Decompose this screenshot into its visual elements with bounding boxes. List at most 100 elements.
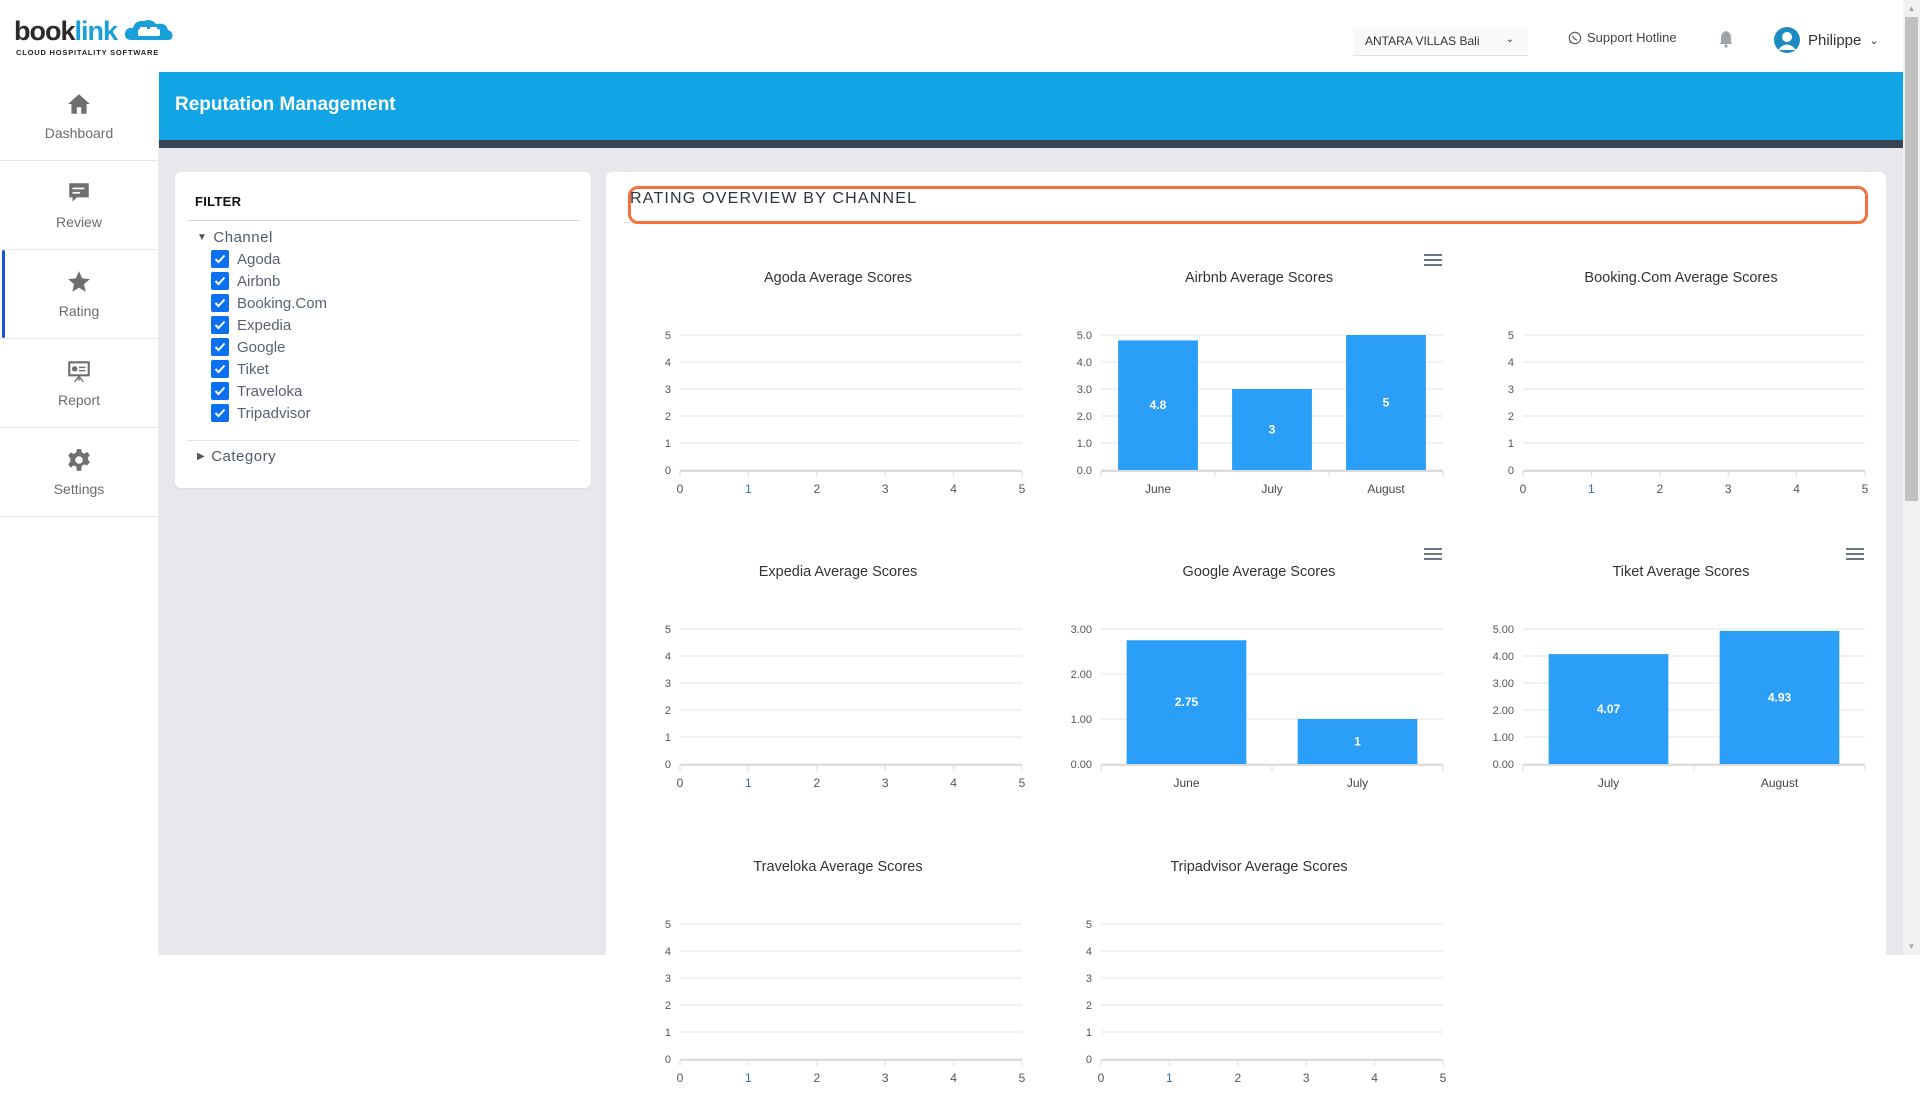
checkbox-checked-icon[interactable]	[211, 382, 229, 400]
page-scrollbar[interactable]: ▲ ▼	[1903, 0, 1920, 955]
y-tick-label: 5	[665, 919, 671, 931]
gear-icon	[68, 449, 90, 471]
sidebar-item-report[interactable]: Report	[0, 339, 158, 428]
traveloka-average-scores-chart: Traveloka Average Scores 0 1 2 3 4 5 0 1 2 3 4 5	[628, 833, 1048, 1093]
user-name: Philippe	[1808, 31, 1862, 49]
checkbox-checked-icon[interactable]	[211, 316, 229, 334]
y-tick-label: 0	[665, 759, 671, 771]
channel-checkbox-expedia[interactable]: Expedia	[211, 314, 327, 336]
booklink-logo[interactable]: booklink CLOUD HOSPITALITY SOFTWARE	[14, 16, 173, 58]
sidebar-item-settings[interactable]: Settings	[0, 428, 158, 517]
user-menu[interactable]: Philippe ⌄	[1774, 27, 1879, 53]
sidebar-item-rating[interactable]: Rating	[0, 250, 158, 339]
y-tick-label: 4	[665, 357, 671, 369]
channel-checkbox-traveloka[interactable]: Traveloka	[211, 380, 327, 402]
logo-wordmark: booklink	[14, 16, 118, 46]
checkbox-checked-icon[interactable]	[211, 294, 229, 312]
y-tick-label: 2.0	[1077, 411, 1092, 423]
channel-label: Agoda	[237, 250, 281, 268]
y-tick-label: 2.00	[1493, 705, 1514, 717]
channel-label: Airbnb	[237, 272, 281, 290]
y-tick-label: 3.00	[1493, 678, 1514, 690]
chart-title: Tiket Average Scores	[1612, 564, 1749, 580]
support-hotline-link[interactable]: Support Hotline	[1568, 30, 1677, 45]
bar-data-label: 4.07	[1597, 702, 1621, 716]
x-tick-label: 1	[745, 482, 752, 496]
booking-com-average-scores-svg: Booking.Com Average Scores 0 1 2 3 4 5 0 1 2 3 4 5	[1508, 270, 1869, 496]
y-tick-label: 1	[665, 1027, 671, 1039]
x-tick-label: 2	[813, 776, 820, 790]
airbnb-average-scores-chart: Airbnb Average Scores 0.0 1.0 2.0 3.0 4.0 5.0 4…	[1049, 244, 1469, 504]
header-divider	[159, 140, 1903, 148]
y-tick-label: 2	[665, 1000, 671, 1012]
presentation-icon	[68, 361, 90, 383]
channel-checkbox-airbnb[interactable]: Airbnb	[211, 270, 327, 292]
y-tick-label: 0	[1086, 1054, 1092, 1066]
scrollbar-thumb[interactable]	[1905, 17, 1918, 501]
y-tick-label: 4	[665, 651, 671, 663]
checkbox-checked-icon[interactable]	[211, 250, 229, 268]
y-tick-label: 0.00	[1493, 759, 1514, 771]
tiket-average-scores-svg: Tiket Average Scores 0.00 1.00 2.00 3.00 4.00…	[1493, 564, 1866, 790]
bell-icon[interactable]	[1718, 30, 1734, 48]
x-tick-label: 3	[882, 776, 889, 790]
y-tick-label: 5	[665, 330, 671, 342]
agoda-average-scores-chart: Agoda Average Scores 0 1 2 3 4 5 0 1 2 3 4 5	[628, 244, 1048, 504]
y-tick-label: 1.00	[1493, 732, 1514, 744]
x-tick-label: August	[1367, 482, 1405, 496]
channel-checkbox-agoda[interactable]: Agoda	[211, 248, 327, 270]
checkbox-checked-icon[interactable]	[211, 272, 229, 290]
channel-tree-toggle[interactable]: ▼ Channel	[197, 229, 273, 246]
y-tick-label: 2	[1086, 1000, 1092, 1012]
x-tick-label: 2	[1656, 482, 1663, 496]
sidebar-item-dashboard[interactable]: Dashboard	[0, 72, 158, 161]
checkbox-checked-icon[interactable]	[211, 338, 229, 356]
channel-label: Tiket	[237, 360, 269, 378]
chart-title: Expedia Average Scores	[759, 564, 918, 580]
channel-checkbox-tiket[interactable]: Tiket	[211, 358, 327, 380]
sidebar-item-review[interactable]: Review	[0, 161, 158, 250]
y-tick-label: 0.00	[1071, 759, 1092, 771]
y-tick-label: 0	[1508, 465, 1514, 477]
y-tick-label: 3	[665, 678, 671, 690]
x-tick-label: July	[1261, 482, 1282, 496]
y-tick-label: 1.0	[1077, 438, 1092, 450]
x-tick-label: 0	[677, 776, 684, 790]
x-tick-label: 3	[1303, 1071, 1310, 1085]
hotel-select[interactable]: ANTARA VILLAS Bali ⌄	[1353, 27, 1528, 56]
google-average-scores-svg: Google Average Scores 0.00 1.00 2.00 3.00 2.7…	[1071, 564, 1444, 790]
bar-data-label: 2.75	[1175, 695, 1199, 709]
chart-title: Booking.Com Average Scores	[1584, 270, 1777, 286]
x-tick-label: 1	[745, 1071, 752, 1085]
y-tick-label: 3	[665, 973, 671, 985]
tiket-average-scores-chart: Tiket Average Scores 0.00 1.00 2.00 3.00 4.00…	[1471, 538, 1891, 798]
channel-checkbox-tripadvisor[interactable]: Tripadvisor	[211, 402, 327, 424]
support-hotline-label: Support Hotline	[1587, 30, 1677, 45]
y-tick-label: 1	[665, 438, 671, 450]
y-tick-label: 4	[665, 946, 671, 958]
y-tick-label: 0	[665, 465, 671, 477]
chevron-down-icon: ⌄	[1869, 34, 1879, 47]
cloud-bed-icon	[124, 20, 173, 40]
sidebar-item-label: Settings	[53, 481, 105, 497]
scroll-up-icon[interactable]: ▲	[1903, 0, 1920, 17]
y-tick-label: 4.00	[1493, 651, 1514, 663]
checkbox-checked-icon[interactable]	[211, 360, 229, 378]
chevron-down-icon: ⌄	[1505, 34, 1514, 45]
x-tick-label: 1	[1166, 1071, 1173, 1085]
x-tick-label: July	[1347, 776, 1368, 790]
channel-checkbox-google[interactable]: Google	[211, 336, 327, 358]
y-tick-label: 4	[1508, 357, 1514, 369]
divider	[187, 220, 579, 221]
checkbox-checked-icon[interactable]	[211, 404, 229, 422]
channel-checkbox-booking-com[interactable]: Booking.Com	[211, 292, 327, 314]
top-bar: booklink CLOUD HOSPITALITY SOFTWARE ANTA…	[0, 0, 1903, 72]
divider	[187, 440, 579, 441]
x-tick-label: July	[1598, 776, 1619, 790]
caret-right-icon: ▶	[197, 451, 206, 462]
bar-data-label: 4.93	[1768, 690, 1792, 704]
category-tree-toggle[interactable]: ▶ Category	[197, 448, 276, 465]
scroll-down-icon[interactable]: ▼	[1903, 938, 1920, 955]
channel-label: Tripadvisor	[237, 404, 311, 422]
y-tick-label: 3.0	[1077, 384, 1092, 396]
